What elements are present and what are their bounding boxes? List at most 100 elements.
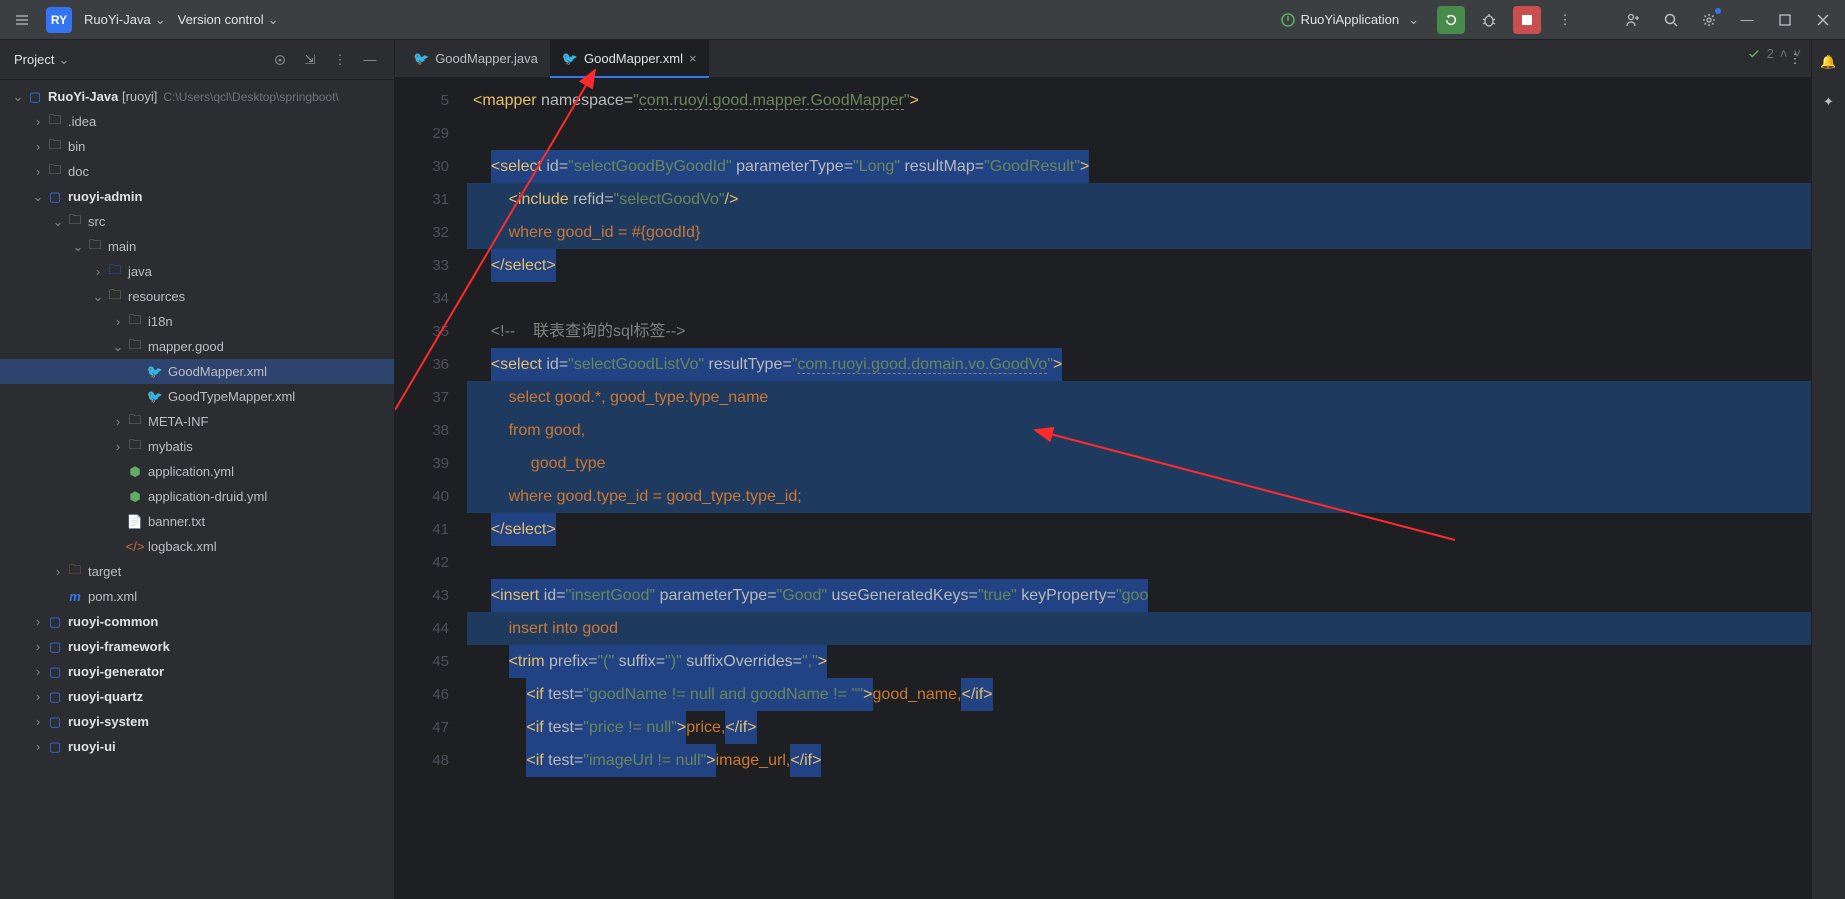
tree-node-application-druid-yml[interactable]: ⬢application-druid.yml (0, 484, 394, 509)
minimize-button[interactable]: — (1733, 6, 1761, 34)
line-number: 30 (395, 150, 467, 183)
tab-goodmapper-xml[interactable]: 🐦 GoodMapper.xml × (550, 40, 709, 77)
tree-node-bin[interactable]: ›🗀bin (0, 134, 394, 159)
project-tree[interactable]: ⌄ ▢ RuoYi-Java [ruoyi] C:\Users\qcl\Desk… (0, 80, 394, 899)
collapse-icon: ⋮ (334, 52, 347, 68)
chevron-right-icon: › (30, 639, 46, 654)
tree-node-pom-xml[interactable]: mpom.xml (0, 584, 394, 609)
tree-node-doc[interactable]: ›🗀doc (0, 159, 394, 184)
run-config-selector[interactable]: RuoYiApplication ⌄ (1272, 8, 1427, 32)
tree-node-meta-inf[interactable]: ›🗀META-INF (0, 409, 394, 434)
maximize-button[interactable] (1771, 6, 1799, 34)
collapse-all-button[interactable]: ⋮ (330, 50, 350, 70)
tree-root[interactable]: ⌄ ▢ RuoYi-Java [ruoyi] C:\Users\qcl\Desk… (0, 84, 394, 109)
tree-node-target[interactable]: ›🗀target (0, 559, 394, 584)
close-button[interactable] (1809, 6, 1837, 34)
source-folder-icon: 🗀 (106, 261, 124, 283)
hamburger-icon (14, 12, 30, 28)
tree-node-ruoyi-system[interactable]: ›▢ruoyi-system (0, 709, 394, 734)
expand-all-button[interactable]: ⇲ (300, 50, 320, 70)
gear-icon (1701, 12, 1717, 28)
project-selector[interactable]: RuoYi-Java ⌄ (84, 12, 166, 28)
chevron-down-icon: ⌄ (70, 239, 86, 255)
chevron-down-icon: ⌄ (268, 12, 279, 28)
close-tab-button[interactable]: × (689, 51, 697, 66)
chevron-right-icon: › (30, 689, 46, 704)
line-number: 38 (395, 414, 467, 447)
kebab-icon: ⋮ (1559, 12, 1572, 28)
tree-node-src[interactable]: ⌄🗀src (0, 209, 394, 234)
tree-node-ruoyi-framework[interactable]: ›▢ruoyi-framework (0, 634, 394, 659)
minimize-icon: — (1741, 12, 1754, 27)
tree-node-main[interactable]: ⌄🗀main (0, 234, 394, 259)
chevron-down-icon[interactable]: ⌄ (58, 52, 69, 68)
line-number: 48 (395, 744, 467, 777)
text-file-icon: 📄 (126, 514, 144, 530)
tab-goodmapper-java[interactable]: 🐦 GoodMapper.java (401, 40, 550, 77)
rerun-button[interactable] (1437, 6, 1465, 34)
chevron-down-icon[interactable]: ˅ (1793, 46, 1801, 61)
locate-icon (273, 53, 287, 67)
tree-node-i18n[interactable]: ›🗀i18n (0, 309, 394, 334)
main-menu-button[interactable] (8, 6, 36, 34)
tree-node-ruoyi-quartz[interactable]: ›▢ruoyi-quartz (0, 684, 394, 709)
notifications-button[interactable]: 🔔 (1815, 48, 1843, 76)
chevron-right-icon: › (110, 439, 126, 454)
tree-node-java[interactable]: ›🗀java (0, 259, 394, 284)
close-icon (1817, 14, 1829, 26)
tree-node-ruoyi-common[interactable]: ›▢ruoyi-common (0, 609, 394, 634)
line-number: 39 (395, 447, 467, 480)
tree-node-ruoyi-ui[interactable]: ›▢ruoyi-ui (0, 734, 394, 759)
tree-node-resources[interactable]: ⌄🗀resources (0, 284, 394, 309)
chevron-right-icon: › (30, 664, 46, 679)
maven-icon: m (66, 589, 84, 604)
vcs-menu[interactable]: Version control ⌄ (178, 12, 279, 28)
tree-node-goodtypemapper-xml[interactable]: 🐦GoodTypeMapper.xml (0, 384, 394, 409)
spring-config-icon: ⬢ (126, 464, 144, 480)
line-number: 32 (395, 216, 467, 249)
tree-node-banner-txt[interactable]: 📄banner.txt (0, 509, 394, 534)
tree-node-idea[interactable]: ›🗀.idea (0, 109, 394, 134)
folder-icon: 🗀 (46, 111, 64, 133)
tree-node-mapper-good[interactable]: ⌄🗀mapper.good (0, 334, 394, 359)
code-editor[interactable]: 5 29 30 31 32 33 34 35 36 37 38 39 40 41… (395, 78, 1811, 899)
chevron-right-icon: › (90, 264, 106, 279)
line-number: 44 (395, 612, 467, 645)
sidebar-header: Project ⌄ ⇲ ⋮ — (0, 40, 394, 80)
ai-assistant-button[interactable]: ✦ (1815, 88, 1843, 116)
inspection-widget[interactable]: 2 ˄ ˅ (1747, 46, 1801, 61)
tab-label: GoodMapper.xml (584, 51, 683, 66)
tree-node-application-yml[interactable]: ⬢application.yml (0, 459, 394, 484)
project-sidebar: Project ⌄ ⇲ ⋮ — ⌄ ▢ RuoYi-Java [ruoyi] C… (0, 40, 395, 899)
code-with-me-button[interactable] (1619, 6, 1647, 34)
code-content[interactable]: <mapper namespace="com.ruoyi.good.mapper… (467, 78, 1811, 899)
search-everywhere-button[interactable] (1657, 6, 1685, 34)
chevron-up-icon[interactable]: ˄ (1780, 46, 1788, 61)
chevron-right-icon: › (30, 114, 46, 129)
chevron-right-icon: › (30, 139, 46, 154)
stop-button[interactable] (1513, 6, 1541, 34)
more-actions-button[interactable]: ⋮ (1551, 6, 1579, 34)
tree-node-mybatis[interactable]: ›🗀mybatis (0, 434, 394, 459)
select-opened-file-button[interactable] (270, 50, 290, 70)
sidebar-title: Project (14, 52, 54, 67)
tree-node-ruoyi-admin[interactable]: ⌄▢ruoyi-admin (0, 184, 394, 209)
settings-button[interactable] (1695, 6, 1723, 34)
expand-icon: ⇲ (305, 52, 316, 68)
chevron-right-icon: › (30, 614, 46, 629)
line-number: 41 (395, 513, 467, 546)
project-name-label: RuoYi-Java (84, 12, 151, 27)
tree-node-logback-xml[interactable]: </>logback.xml (0, 534, 394, 559)
chevron-down-icon: ⌄ (110, 339, 126, 355)
root-name: RuoYi-Java (48, 89, 118, 104)
tree-node-goodmapper-xml[interactable]: 🐦GoodMapper.xml (0, 359, 394, 384)
line-number: 46 (395, 678, 467, 711)
chevron-down-icon: ⌄ (10, 89, 26, 105)
folder-icon: 🗀 (46, 161, 64, 183)
chevron-down-icon: ⌄ (1408, 12, 1419, 28)
tree-node-ruoyi-generator[interactable]: ›▢ruoyi-generator (0, 659, 394, 684)
hide-button[interactable]: — (360, 50, 380, 70)
module-icon: ▢ (46, 664, 64, 680)
folder-icon: 🗀 (66, 211, 84, 233)
debug-button[interactable] (1475, 6, 1503, 34)
